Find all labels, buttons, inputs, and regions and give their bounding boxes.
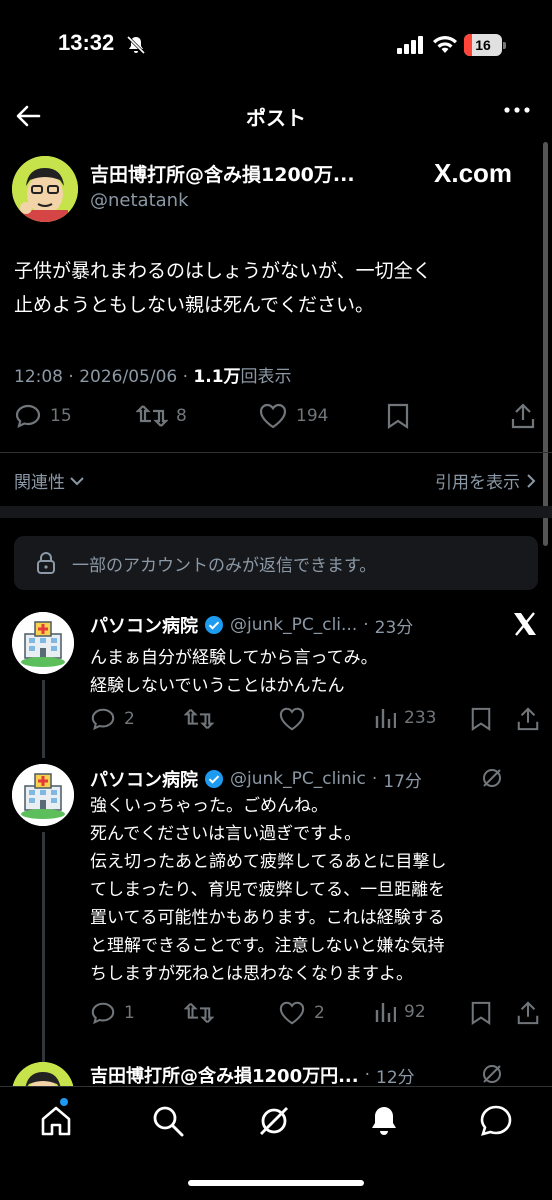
bookmark-icon[interactable]: [386, 402, 410, 430]
post-meta: 12:08 · 2026/05/06 · 1.1万回表示: [14, 367, 292, 387]
page-title: ポスト: [246, 106, 306, 130]
reply-restriction-notice: 一部のアカウントのみが返信できます。: [14, 536, 538, 590]
reply-text: んまぁ自分が経験してから言ってみ。 経験しないでいうことはかんたん: [90, 648, 378, 696]
home-icon[interactable]: [38, 1103, 74, 1139]
views-button[interactable]: 233: [374, 706, 436, 730]
like-button[interactable]: 2: [278, 1000, 325, 1026]
reply-author-handle[interactable]: @junk_PC_clinic: [230, 769, 366, 789]
battery-level: 16: [475, 37, 491, 53]
post-text-line: 子供が暴れまわるのはしょうがないが、一切全く: [14, 260, 432, 282]
reply-actions: 2 233: [0, 706, 552, 746]
reply-icon: [91, 708, 115, 731]
post-time: 12:08: [14, 367, 63, 387]
reply-actions: 1 2 92: [0, 1000, 552, 1040]
home-unread-dot: [60, 1098, 68, 1106]
search-icon[interactable]: [150, 1103, 186, 1139]
post-text: 子供が暴れまわるのはしょうがないが、一切全く 止めようともしない親は死んでくださ…: [14, 254, 538, 322]
x-logo-icon: [514, 612, 536, 636]
reply-time: 17分: [383, 771, 422, 792]
post-author-name[interactable]: 吉田博打所@含み損1200万...: [90, 160, 355, 187]
avatar[interactable]: [12, 612, 74, 674]
reply-button[interactable]: 15: [14, 402, 72, 430]
reply-count: 2: [124, 709, 135, 729]
reply-header: 吉田博打所@含み損1200万円... · 12分: [90, 1062, 415, 1088]
view-quotes-label: 引用を表示: [435, 473, 520, 493]
scrollbar[interactable]: [543, 142, 548, 546]
wifi-icon: [433, 36, 457, 53]
status-time: 13:32: [58, 30, 115, 55]
post-view-suffix: 回表示: [240, 367, 292, 387]
repost-count: 8: [176, 406, 187, 426]
verified-badge-icon: [205, 770, 223, 788]
heart-icon: [259, 403, 287, 429]
sort-dropdown[interactable]: 関連性: [14, 468, 85, 493]
reply-time: 23分: [374, 617, 414, 638]
reply-time: 12分: [376, 1067, 415, 1088]
reply-count: 15: [50, 406, 72, 426]
home-indicator[interactable]: [188, 1180, 364, 1186]
repost-icon[interactable]: [184, 706, 214, 732]
reply-author-handle[interactable]: @junk_PC_cli...: [230, 615, 357, 635]
heart-icon: [279, 1001, 305, 1025]
bookmark-icon[interactable]: [470, 1000, 492, 1026]
notifications-icon[interactable]: [366, 1103, 402, 1139]
share-icon[interactable]: [510, 402, 536, 430]
messages-icon[interactable]: [478, 1103, 514, 1139]
grok-icon[interactable]: [480, 1062, 504, 1086]
chevron-down-icon: [70, 476, 84, 485]
top-bar: ポスト: [0, 90, 552, 142]
reply-author-name[interactable]: パソコン病院: [90, 766, 198, 792]
analytics-icon: [375, 709, 396, 728]
reply-header: パソコン病院 @junk_PC_cli... · 23分: [90, 612, 413, 638]
heart-icon[interactable]: [278, 706, 306, 732]
repost-icon[interactable]: [184, 1000, 214, 1026]
battery-indicator: 16: [464, 34, 506, 56]
reply-header: パソコン病院 @junk_PC_clinic · 17分: [90, 766, 422, 792]
like-count: 2: [314, 1003, 325, 1023]
reply-button[interactable]: 2: [90, 706, 135, 732]
restriction-text: 一部のアカウントのみが返信できます。: [72, 555, 377, 576]
analytics-icon: [375, 1003, 396, 1022]
bell-off-icon: [126, 35, 146, 55]
view-count: 92: [404, 1002, 426, 1022]
reply-text: 強くいっちゃった。ごめんね。 死んでくださいは言い過ぎですよ。 伝え切ったあと諦…: [90, 796, 447, 984]
verified-badge-icon: [205, 616, 223, 634]
view-quotes-link[interactable]: 引用を表示: [435, 468, 536, 493]
cellular-signal-icon: [397, 36, 423, 54]
xcom-logo: X.com: [434, 158, 513, 188]
repost-button[interactable]: 8: [136, 402, 187, 430]
avatar[interactable]: [12, 764, 74, 826]
sort-label: 関連性: [14, 473, 65, 493]
repost-icon: [136, 405, 168, 427]
section-divider: [0, 506, 552, 518]
bookmark-icon[interactable]: [470, 706, 492, 732]
post-date: 2026/05/06: [79, 367, 178, 387]
like-button[interactable]: 194: [258, 402, 328, 430]
post-actions: 15 8 194: [0, 402, 552, 442]
post-view-count[interactable]: 1.1万: [193, 367, 240, 387]
like-count: 194: [296, 406, 329, 426]
reply-count: 1: [124, 1003, 135, 1023]
view-count: 233: [404, 708, 437, 728]
grok-icon[interactable]: [480, 766, 504, 790]
lock-icon: [37, 552, 55, 574]
chevron-right-icon: [527, 473, 536, 488]
share-icon[interactable]: [516, 706, 540, 732]
post-text-line: 止めようともしない親は死んでください。: [14, 294, 375, 316]
reply-author-name[interactable]: パソコン病院: [90, 612, 198, 638]
divider: [0, 452, 552, 453]
views-button[interactable]: 92: [374, 1000, 426, 1024]
status-bar: 13:32 16: [0, 0, 552, 90]
reply-icon: [91, 1002, 115, 1025]
reply-icon: [15, 404, 41, 428]
share-icon[interactable]: [516, 1000, 540, 1026]
more-options-icon[interactable]: [504, 106, 530, 114]
avatar[interactable]: [12, 156, 78, 222]
post-author-handle[interactable]: @netatank: [90, 190, 189, 211]
reply-button[interactable]: 1: [90, 1000, 135, 1026]
grok-icon[interactable]: [256, 1103, 292, 1139]
reply-author-name[interactable]: 吉田博打所@含み損1200万円...: [90, 1062, 359, 1088]
